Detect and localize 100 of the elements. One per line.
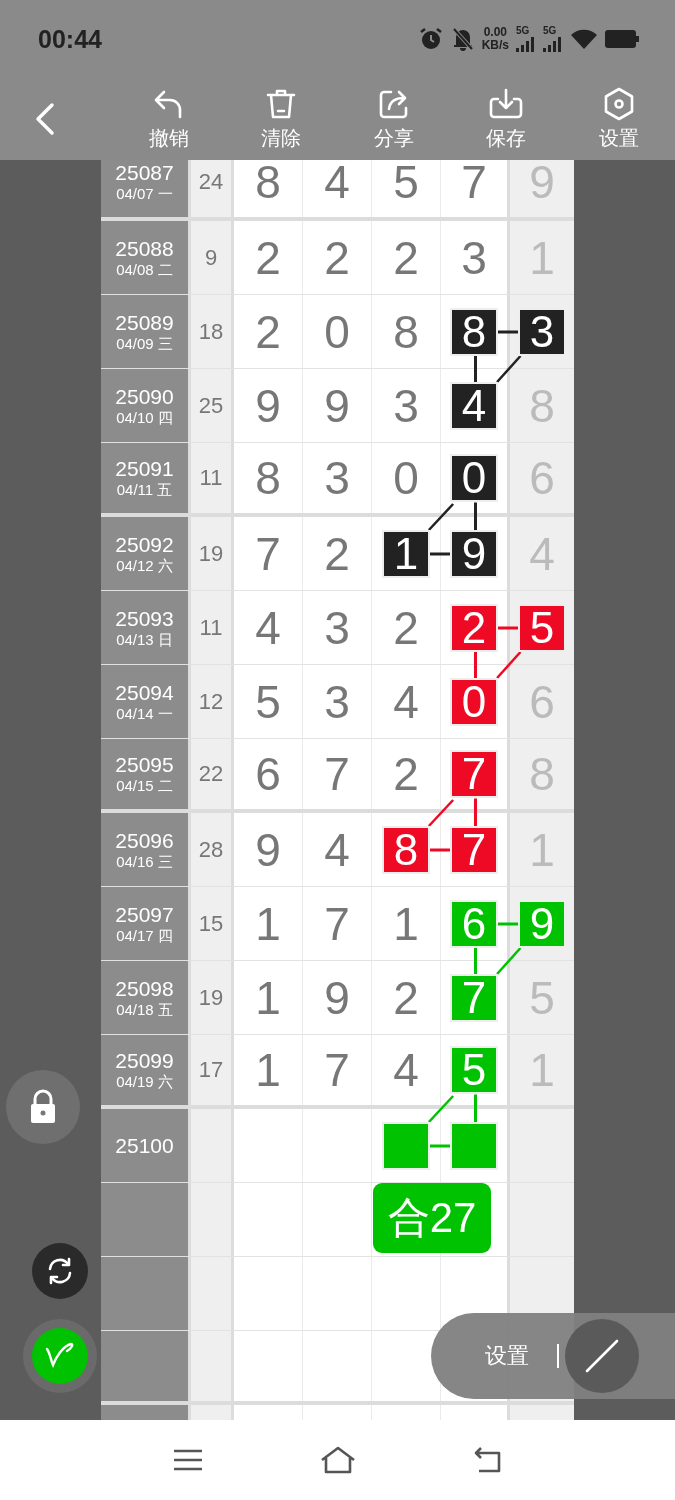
draw-date: 04/18 五: [116, 1000, 173, 1019]
sum-cell: 19: [191, 517, 234, 590]
toolbar-button[interactable]: 保存: [450, 86, 563, 152]
battery-icon: [605, 30, 639, 48]
sum-cell: 12: [191, 665, 234, 738]
period-number: 25099: [115, 1049, 174, 1073]
draw-date: 04/19 六: [116, 1073, 173, 1091]
signal-icon: [516, 36, 536, 52]
number-cell: 1: [234, 887, 303, 960]
sum-cell: 15: [191, 887, 234, 960]
toolbar-button[interactable]: 分享: [337, 86, 450, 152]
network-type: 5G: [543, 26, 557, 36]
sum-cell: 18: [191, 295, 234, 368]
menu-icon[interactable]: [173, 1448, 203, 1472]
toolbar-button[interactable]: 清除: [225, 86, 338, 152]
number-cell: 2: [372, 961, 441, 1034]
draw-date: 04/08 二: [116, 260, 173, 279]
number-cell: 2: [234, 221, 303, 294]
draw-date: 04/11 五: [116, 481, 173, 499]
sum-cell: 24: [191, 160, 234, 217]
period-number: 25098: [115, 976, 174, 1001]
number-cell: 2: [372, 739, 441, 809]
sum-cell: 11: [191, 591, 234, 664]
highlighted-number: 8: [452, 309, 496, 354]
number-cell: 2: [372, 221, 441, 294]
period-number: 25092: [115, 532, 174, 557]
highlighted-number: 0: [452, 456, 496, 500]
speed-unit: KB/s: [481, 39, 509, 52]
sum-cell: 11: [191, 443, 234, 513]
number-cell: 9: [303, 961, 372, 1034]
highlighted-number: 2: [452, 605, 496, 650]
sum-cell: 17: [191, 1035, 234, 1105]
line-icon: [584, 1338, 620, 1374]
total-badge: 合27: [373, 1183, 491, 1253]
period-number: 25091: [115, 457, 174, 481]
draw-date: 04/16 三: [116, 852, 173, 871]
period-number: 25093: [115, 606, 174, 631]
number-cell: 7: [303, 887, 372, 960]
highlighted-number: 6: [452, 901, 496, 946]
number-cell: 3: [303, 591, 372, 664]
draw-date: 04/13 日: [116, 630, 173, 649]
sum-cell: 22: [191, 739, 234, 809]
number-cell: 6: [234, 739, 303, 809]
period-number: 25097: [115, 902, 174, 927]
draw-date: 04/12 六: [116, 556, 173, 575]
number-cell: 7: [303, 1035, 372, 1105]
number-cell: 2: [303, 221, 372, 294]
number-cell: 4: [372, 1035, 441, 1105]
period-number: 25090: [115, 384, 174, 409]
number-cell: 3: [303, 443, 372, 513]
network-speed: 0.00: [483, 26, 507, 39]
draw-date: 04/07 一: [116, 185, 173, 203]
number-cell: 1: [234, 961, 303, 1034]
network-type: 5G: [516, 26, 530, 36]
home-icon[interactable]: [320, 1446, 356, 1474]
number-cell: 3: [372, 369, 441, 442]
number-cell: 5: [234, 665, 303, 738]
toolbar-button[interactable]: 设置: [562, 86, 675, 152]
number-cell: 2: [372, 591, 441, 664]
number-cell: 7: [441, 160, 510, 217]
number-cell: 2: [303, 517, 372, 590]
number-cell: 9: [234, 369, 303, 442]
number-cell: 2: [234, 295, 303, 368]
period-number: 25096: [115, 828, 174, 853]
back-icon[interactable]: [473, 1446, 503, 1474]
period-number: 25094: [115, 680, 174, 705]
number-cell: 9: [234, 813, 303, 886]
highlighted-number: 9: [452, 531, 496, 576]
number-cell: 5: [372, 160, 441, 217]
sum-cell: 25: [191, 369, 234, 442]
settings-button[interactable]: 设置: [485, 1341, 529, 1371]
number-cell: 8: [234, 160, 303, 217]
period-number: 25100: [115, 1133, 174, 1158]
wifi-icon: [570, 28, 598, 50]
draw-date: 04/15 二: [116, 777, 173, 795]
draw-date: 04/14 一: [116, 704, 173, 723]
highlighted-number: 5: [452, 1048, 496, 1092]
highlighted-number: 4: [452, 383, 496, 428]
refresh-button[interactable]: [32, 1243, 88, 1299]
number-cell: 4: [372, 665, 441, 738]
signal-icon: [543, 36, 563, 52]
draw-date: 04/17 四: [116, 926, 173, 945]
number-cell: 4: [303, 160, 372, 217]
highlighted-number: 3: [520, 309, 564, 354]
number-cell: 3: [441, 221, 510, 294]
highlighted-number: 7: [452, 975, 496, 1020]
period-number: 25089: [115, 310, 174, 335]
period-number: 25095: [115, 753, 174, 777]
number-cell: 4: [234, 591, 303, 664]
chevron-left-icon: [34, 102, 57, 136]
number-cell: 7: [303, 739, 372, 809]
number-cell: 1: [234, 1035, 303, 1105]
number-cell: 0: [303, 295, 372, 368]
highlighted-number: 8: [384, 827, 428, 872]
number-cell: 4: [303, 813, 372, 886]
highlighted-number: 7: [452, 827, 496, 872]
draw-date: 04/09 三: [116, 334, 173, 353]
toolbar-button[interactable]: 撤销: [112, 86, 225, 152]
number-cell: 3: [303, 665, 372, 738]
number-cell: 0: [372, 443, 441, 513]
